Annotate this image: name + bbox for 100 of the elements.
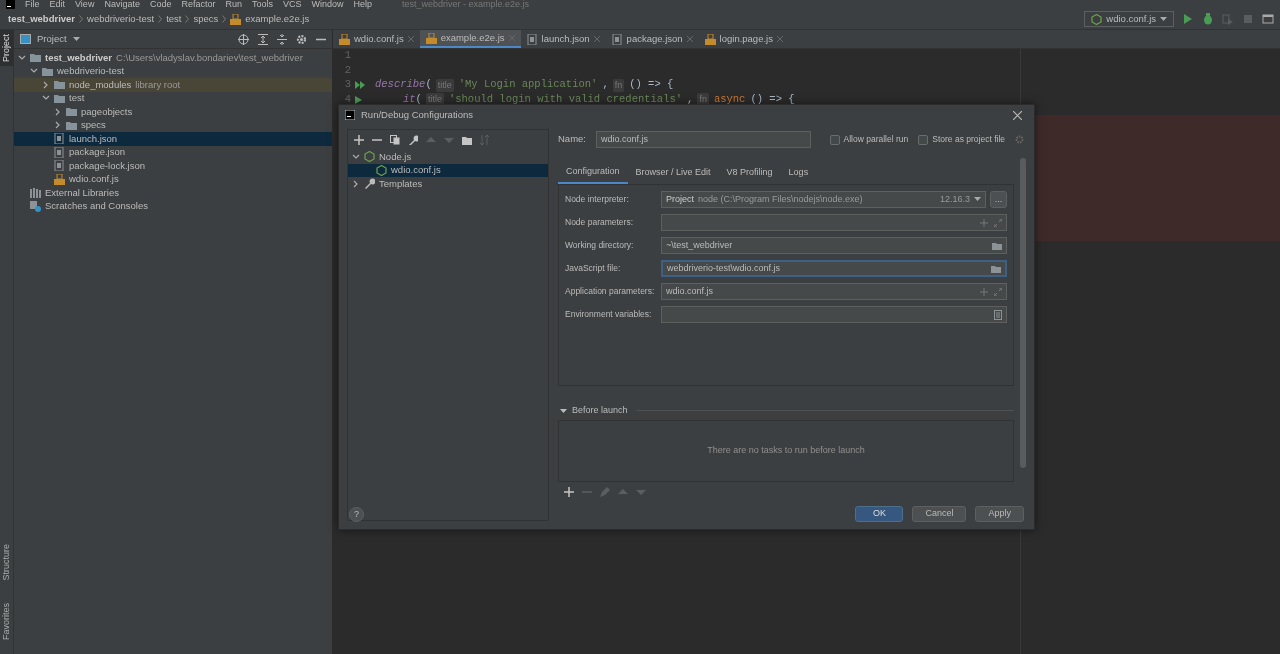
menu-item[interactable]: Tools bbox=[251, 0, 273, 9]
section-title[interactable]: Before launch bbox=[572, 404, 628, 418]
caret-down-icon[interactable] bbox=[560, 407, 567, 414]
wrench-icon bbox=[364, 178, 375, 190]
tree-item[interactable]: specs bbox=[14, 118, 332, 132]
chevron-right-icon[interactable] bbox=[42, 80, 50, 89]
expand-all-icon[interactable] bbox=[258, 33, 268, 45]
tool-window-tab[interactable]: Project bbox=[0, 30, 14, 66]
menu-item[interactable]: Window bbox=[311, 0, 344, 9]
folder-icon[interactable] bbox=[462, 135, 472, 145]
tool-window-tab[interactable]: Structure bbox=[0, 540, 13, 585]
tree-item[interactable]: test bbox=[14, 91, 332, 105]
name-field[interactable]: wdio.conf.js bbox=[596, 131, 811, 148]
folder-icon[interactable] bbox=[991, 264, 1001, 273]
chevron-right-icon[interactable] bbox=[54, 107, 62, 116]
chevron-right-icon[interactable] bbox=[54, 121, 62, 130]
chevron-right-icon[interactable] bbox=[352, 179, 360, 188]
hexagon-icon bbox=[364, 151, 375, 163]
panel-title[interactable]: Project bbox=[37, 31, 67, 47]
dialog-title: Run/Debug Configurations bbox=[361, 107, 473, 122]
bug-icon[interactable] bbox=[1202, 13, 1214, 25]
menu-item[interactable]: Run bbox=[225, 0, 242, 9]
run-config-dropdown[interactable]: wdio.conf.js bbox=[1084, 11, 1174, 27]
settings-icon[interactable] bbox=[296, 33, 307, 45]
tree-item[interactable]: External Libraries bbox=[14, 186, 332, 200]
editor-tab[interactable]: wdio.conf.js bbox=[333, 30, 420, 48]
breadcrumb[interactable]: test bbox=[166, 11, 182, 27]
tree-item[interactable]: wdio.conf.js bbox=[14, 172, 332, 186]
collapse-all-icon[interactable] bbox=[277, 33, 287, 45]
expand-icon[interactable] bbox=[994, 287, 1002, 296]
tree-item[interactable]: package-lock.json bbox=[14, 159, 332, 173]
document-icon[interactable] bbox=[994, 309, 1002, 320]
crosshair-icon[interactable] bbox=[238, 33, 249, 45]
add-icon[interactable] bbox=[564, 486, 574, 497]
menu-item[interactable]: File bbox=[25, 0, 40, 9]
add-icon[interactable] bbox=[354, 135, 364, 145]
copy-icon[interactable] bbox=[390, 135, 400, 145]
bars-icon bbox=[30, 187, 41, 199]
input-field[interactable] bbox=[661, 306, 1007, 323]
run-all-icon[interactable] bbox=[355, 81, 365, 90]
tree-item[interactable]: webdriverio-test bbox=[14, 64, 332, 78]
tree-item[interactable]: node_modules library root bbox=[14, 78, 332, 92]
editor-tab[interactable]: example.e2e.js bbox=[419, 30, 521, 48]
breadcrumb[interactable]: specs bbox=[193, 11, 219, 27]
browse-button[interactable]: ... bbox=[990, 191, 1007, 208]
close-icon[interactable] bbox=[1013, 110, 1022, 120]
configuration-item[interactable]: wdio.conf.js bbox=[348, 163, 548, 177]
file-icon bbox=[526, 33, 538, 45]
dialog-button[interactable]: Apply bbox=[975, 505, 1024, 522]
expand-icon[interactable] bbox=[994, 218, 1002, 227]
dialog-button[interactable]: Cancel bbox=[912, 505, 967, 522]
tree-item[interactable]: launch.json bbox=[14, 132, 332, 146]
breadcrumb[interactable]: webdriverio-test bbox=[87, 11, 155, 27]
menu-item[interactable]: Refactor bbox=[181, 0, 216, 9]
dialog-tab[interactable]: Browser / Live Edit bbox=[627, 161, 719, 184]
editor-tab[interactable]: login.page.js bbox=[698, 30, 789, 48]
menu-item[interactable]: Edit bbox=[49, 0, 66, 9]
folder-icon[interactable] bbox=[992, 241, 1002, 250]
chevron-down-icon[interactable] bbox=[18, 53, 26, 62]
editor-tab[interactable]: package.json bbox=[605, 30, 699, 48]
menu-item[interactable]: VCS bbox=[283, 0, 302, 9]
breadcrumb[interactable]: example.e2e.js bbox=[245, 11, 310, 27]
checkbox-label[interactable]: Allow parallel run bbox=[843, 133, 909, 146]
dialog-button[interactable]: OK bbox=[855, 505, 904, 522]
tree-item[interactable]: Scratches and Consoles bbox=[14, 199, 332, 213]
editor-tab[interactable]: launch.json bbox=[520, 30, 606, 48]
configuration-item[interactable]: Node.js bbox=[348, 150, 548, 164]
input-field[interactable]: webdriverio-test\wdio.conf.js bbox=[661, 260, 1007, 277]
window-icon[interactable] bbox=[1262, 13, 1274, 25]
wrench-icon[interactable] bbox=[408, 135, 418, 145]
tree-item[interactable]: package.json bbox=[14, 145, 332, 159]
run-icon[interactable] bbox=[355, 95, 363, 104]
path-hint: library root bbox=[135, 77, 181, 92]
menu-item[interactable]: Code bbox=[149, 0, 172, 9]
checkbox[interactable] bbox=[829, 134, 840, 145]
dialog-tab[interactable]: Configuration bbox=[558, 161, 628, 184]
interpreter-dropdown[interactable]: Project node (C:\Program Files\nodejs\node.exe) 12.16.3 bbox=[661, 191, 986, 208]
file-icon bbox=[611, 33, 623, 45]
menu-item[interactable]: View bbox=[75, 0, 95, 9]
run-icon[interactable] bbox=[1182, 13, 1194, 25]
breadcrumb[interactable]: test_webdriver bbox=[8, 11, 76, 27]
tree-item[interactable]: test_webdriver C:\Users\vladyslav.bondariev\test_webdriver bbox=[14, 51, 332, 65]
tool-window-tab[interactable]: Favorites bbox=[0, 599, 13, 644]
dialog-tab[interactable]: V8 Profiling bbox=[718, 161, 781, 184]
folder-icon bbox=[54, 79, 65, 91]
input-field[interactable]: wdio.conf.js bbox=[661, 283, 1007, 300]
code-text: ( bbox=[425, 77, 432, 93]
checkbox-label[interactable]: Store as project file bbox=[932, 133, 1005, 146]
menu-item[interactable]: Help bbox=[353, 0, 373, 9]
checkbox[interactable] bbox=[918, 134, 929, 145]
help-button[interactable]: ? bbox=[349, 507, 364, 522]
tree-item[interactable]: pageobjects bbox=[14, 105, 332, 119]
dialog-tab[interactable]: Logs bbox=[780, 161, 817, 184]
input-field[interactable] bbox=[661, 214, 1007, 231]
menu-item[interactable]: Navigate bbox=[104, 0, 140, 9]
input-field[interactable]: ~\test_webdriver bbox=[661, 237, 1007, 254]
caret-icon[interactable] bbox=[72, 36, 80, 42]
chevron-down-icon[interactable] bbox=[352, 152, 360, 161]
function-name: it bbox=[403, 91, 416, 107]
configuration-item[interactable]: Templates bbox=[348, 177, 548, 191]
